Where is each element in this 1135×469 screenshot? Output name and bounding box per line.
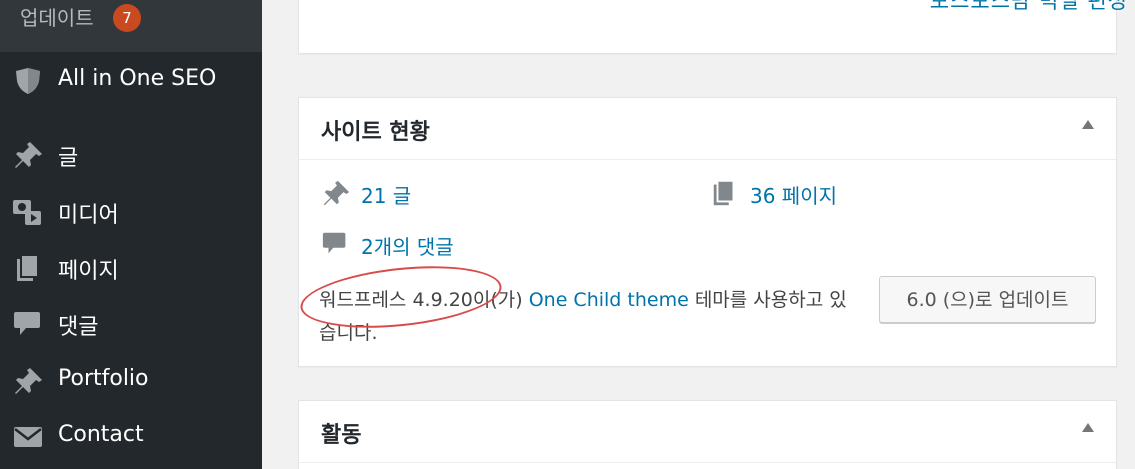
widget-title: 사이트 현황 [321, 120, 430, 145]
top-widget: 보스보스팜 빅얼 편성 [298, 0, 1127, 54]
sidebar-item-pages[interactable]: 페이지 [0, 243, 262, 291]
shield-icon [16, 68, 40, 94]
version-prefix: 워드프레스 4.9.20이(가) [319, 289, 529, 311]
widget-title: 활동 [321, 423, 362, 448]
sidebar-item-label: 미디어 [58, 203, 119, 228]
widget-header[interactable]: 사이트 현황 [299, 98, 1116, 160]
posts-link[interactable]: 21 글 [361, 180, 411, 209]
sidebar-item-label: 업데이트 [20, 6, 94, 30]
sidebar-item-media[interactable]: 미디어 [0, 187, 262, 235]
envelope-icon [14, 427, 42, 447]
sidebar-item-posts[interactable]: 글 [0, 130, 262, 178]
at-a-glance-widget: 사이트 현황 21 글 36 페이지 2개의 댓글 워드프레스 4.9.20이(… [298, 97, 1117, 367]
sidebar-item-label: 페이지 [58, 259, 119, 284]
update-wordpress-button[interactable]: 6.0 (으)로 업데이트 [879, 276, 1096, 323]
pages-icon [713, 179, 735, 206]
top-widget-link[interactable]: 보스보스팜 빅얼 편성 [930, 0, 1128, 15]
sidebar-item-seo[interactable]: All in One SEO [0, 56, 262, 104]
wordpress-version-text: 워드프레스 4.9.20이(가) One Child theme 테마를 사용하… [319, 284, 859, 350]
sidebar-item-portfolio[interactable]: Portfolio [0, 356, 262, 404]
media-icon [13, 200, 41, 225]
pushpin-icon [15, 368, 42, 394]
comments-link[interactable]: 2개의 댓글 [361, 231, 454, 260]
theme-link[interactable]: One Child theme [529, 289, 689, 311]
sidebar-item-label: All in One SEO [58, 66, 217, 91]
comment-icon [322, 232, 346, 254]
sidebar-item-contact[interactable]: Contact [0, 412, 262, 460]
sidebar-item-label: 글 [58, 146, 79, 171]
sidebar-item-label: 댓글 [58, 315, 99, 340]
pushpin-icon [323, 180, 350, 206]
collapse-toggle-icon[interactable] [1082, 423, 1094, 432]
admin-sidebar: 업데이트 7 All in One SEO 글 미디어 페이지 댓글 Portf… [0, 0, 262, 469]
pages-link[interactable]: 36 페이지 [750, 180, 837, 209]
sidebar-item-label: Contact [58, 422, 144, 447]
pushpin-icon [15, 142, 42, 168]
sidebar-item-updates[interactable]: 업데이트 7 [0, 0, 262, 52]
widget-header[interactable]: 활동 [299, 401, 1116, 463]
comment-icon [14, 312, 40, 335]
sidebar-item-label: Portfolio [58, 366, 149, 391]
update-count-badge: 7 [113, 4, 141, 32]
activity-widget: 활동 [298, 400, 1117, 469]
sidebar-item-comments[interactable]: 댓글 [0, 299, 262, 347]
pages-icon [17, 254, 39, 281]
collapse-toggle-icon[interactable] [1082, 120, 1094, 129]
